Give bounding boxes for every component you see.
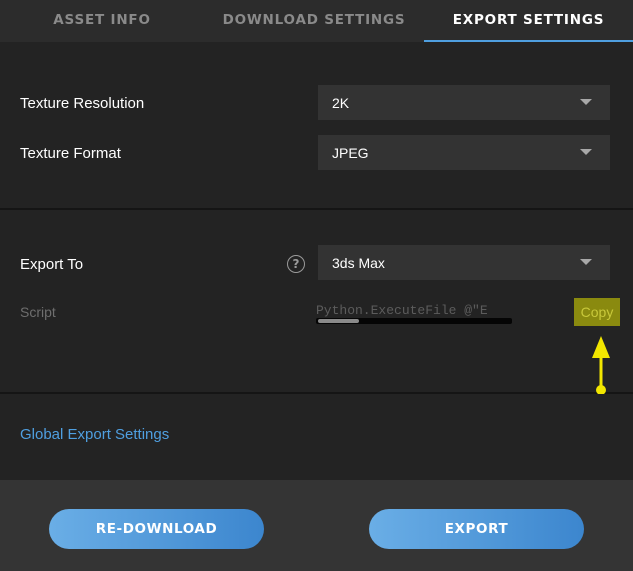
global-export-settings-link[interactable]: Global Export Settings — [20, 426, 169, 443]
tab-download-settings[interactable]: DOWNLOAD SETTINGS — [204, 0, 424, 42]
footer-bar: RE-DOWNLOAD EXPORT — [0, 480, 633, 571]
texture-resolution-label: Texture Resolution — [20, 95, 145, 112]
export-button[interactable]: EXPORT — [369, 509, 584, 549]
texture-format-label: Texture Format — [20, 145, 121, 162]
caret-down-icon — [580, 149, 592, 155]
global-settings-section: Global Export Settings — [0, 394, 633, 480]
tab-bar: ASSET INFO DOWNLOAD SETTINGS EXPORT SETT… — [0, 0, 633, 42]
script-label: Script — [20, 304, 56, 320]
arrow-up-icon — [592, 336, 610, 395]
export-to-select[interactable]: 3ds Max — [318, 245, 610, 280]
texture-resolution-value: 2K — [332, 94, 350, 111]
copy-button[interactable]: Copy — [574, 298, 620, 326]
export-to-label: Export To — [20, 256, 84, 273]
help-circle-icon[interactable]: ? — [287, 255, 305, 273]
tab-asset-info[interactable]: ASSET INFO — [0, 0, 204, 42]
texture-format-value: JPEG — [332, 144, 369, 161]
re-download-button[interactable]: RE-DOWNLOAD — [49, 509, 264, 549]
texture-settings-section: Texture Resolution 2K Texture Format JPE… — [0, 42, 633, 210]
texture-format-select[interactable]: JPEG — [318, 135, 610, 170]
tab-export-settings[interactable]: EXPORT SETTINGS — [424, 0, 633, 42]
caret-down-icon — [580, 259, 592, 265]
script-scrollbar[interactable] — [316, 318, 512, 324]
export-to-value: 3ds Max — [332, 254, 385, 271]
export-target-section: Export To ? 3ds Max Script Python.Execut… — [0, 210, 633, 395]
script-scrollbar-thumb[interactable] — [318, 319, 359, 323]
script-value: Python.ExecuteFile @"E — [316, 303, 488, 318]
caret-down-icon — [580, 99, 592, 105]
texture-resolution-select[interactable]: 2K — [318, 85, 610, 120]
